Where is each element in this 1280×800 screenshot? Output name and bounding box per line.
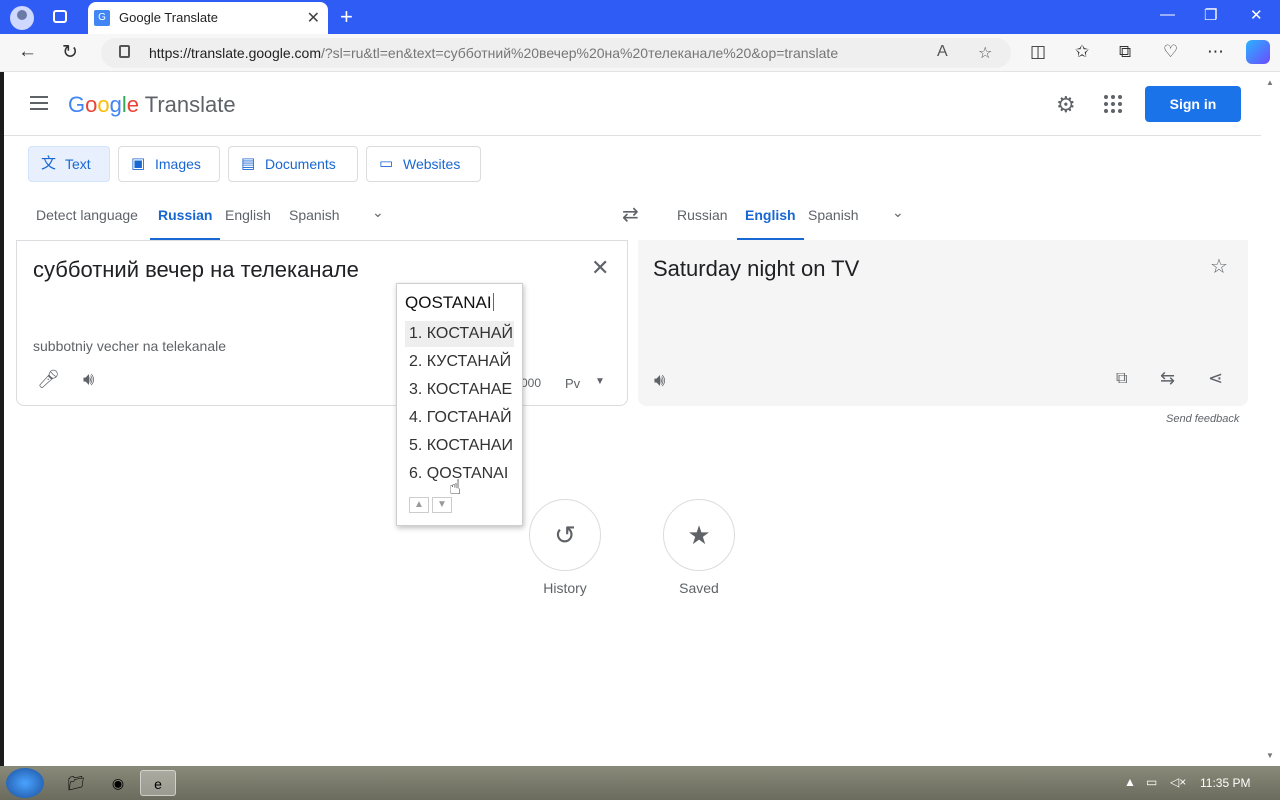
- google-apps-icon[interactable]: [1104, 95, 1122, 113]
- translation-output-area: Saturday night on TV ☆ 🔊︎ ⧉ ⇆ ⋖: [638, 240, 1248, 406]
- refresh-icon[interactable]: ↻: [62, 41, 78, 64]
- ime-page-up-icon[interactable]: ▲: [409, 497, 429, 513]
- saved-label: Saved: [679, 580, 719, 596]
- app-header: Google Translate ⚙ Sign in: [4, 72, 1261, 136]
- mode-images-button[interactable]: ▣ Images: [118, 146, 220, 182]
- mode-websites-button[interactable]: ▭ Websites: [366, 146, 481, 182]
- share-translation-icon[interactable]: ⋖: [1208, 368, 1223, 389]
- network-icon[interactable]: ▭: [1146, 775, 1157, 789]
- read-aloud-icon[interactable]: A: [937, 43, 948, 61]
- microphone-icon[interactable]: 🎤︎: [37, 369, 60, 390]
- address-toolbar: ← ↻ https://translate.google.com/?sl=ru&…: [0, 34, 1280, 72]
- target-language-bar: Russian English Spanish ⌄: [4, 202, 1261, 240]
- ime-candidate-1[interactable]: 1. КОСТАНАЙ: [405, 321, 514, 347]
- saved-star-icon: ★: [687, 520, 711, 550]
- copy-translation-icon[interactable]: ⧉: [1116, 370, 1127, 388]
- lock-icon[interactable]: [119, 45, 130, 58]
- tray-expand-icon[interactable]: ▲: [1124, 775, 1136, 789]
- logo-product: Translate: [144, 92, 236, 117]
- character-count: 000: [521, 376, 542, 390]
- image-icon: ▣: [131, 155, 146, 172]
- hand-cursor-icon: ☝: [449, 477, 462, 499]
- input-tools-dropdown-icon[interactable]: ▼: [595, 376, 605, 387]
- lang-target-russian[interactable]: Russian: [677, 202, 728, 240]
- copilot-icon[interactable]: [1246, 40, 1270, 64]
- website-icon: ▭: [379, 155, 394, 172]
- edge-taskbar-icon[interactable]: e: [140, 770, 176, 796]
- browser-tab[interactable]: G Google Translate ✕: [88, 2, 328, 34]
- collections-icon[interactable]: ⧉: [1119, 42, 1131, 62]
- clear-source-icon[interactable]: ✕: [591, 255, 609, 281]
- settings-gear-icon[interactable]: ⚙: [1056, 92, 1076, 118]
- profile-icon[interactable]: [10, 6, 34, 30]
- heart-icon[interactable]: ♡: [1163, 42, 1178, 62]
- more-menu-icon[interactable]: ⋯: [1207, 42, 1224, 62]
- back-icon[interactable]: ←: [18, 41, 37, 63]
- google-translate-favicon-icon: G: [94, 10, 110, 26]
- page-scrollbar[interactable]: ▲ ▼: [1261, 72, 1280, 766]
- taskbar-clock[interactable]: 11:35 PM: [1200, 776, 1250, 790]
- scroll-up-icon[interactable]: ▲: [1266, 78, 1274, 87]
- favorites-icon[interactable]: ✩: [1075, 42, 1089, 62]
- new-tab-icon[interactable]: +: [340, 4, 353, 30]
- rate-translation-icon[interactable]: ⇆: [1160, 368, 1175, 389]
- scroll-down-icon[interactable]: ▼: [1266, 751, 1274, 760]
- windows-taskbar: 📁︎ ◉ e ▲ ▭ ◁× 11:35 PM: [0, 766, 1280, 800]
- listen-source-icon[interactable]: 🔊︎: [83, 369, 94, 390]
- url-field[interactable]: https://translate.google.com/?sl=ru&tl=e…: [101, 38, 1011, 68]
- more-target-languages-icon[interactable]: ⌄: [892, 204, 904, 221]
- send-feedback-link[interactable]: Send feedback: [1166, 413, 1239, 425]
- favorite-star-icon[interactable]: ☆: [978, 43, 992, 63]
- google-translate-logo[interactable]: Google Translate: [68, 92, 236, 118]
- firefox-icon[interactable]: ◉: [100, 770, 136, 796]
- save-translation-star-icon[interactable]: ☆: [1210, 254, 1228, 279]
- url-text: https://translate.google.com/?sl=ru&tl=e…: [149, 45, 839, 61]
- minimize-icon[interactable]: —: [1160, 6, 1175, 23]
- ime-candidate-4[interactable]: 4. ГОСТАНАЙ: [405, 405, 514, 431]
- history-button[interactable]: ↺: [529, 499, 601, 571]
- mode-documents-button[interactable]: ▤ Documents: [228, 146, 358, 182]
- ime-candidate-5[interactable]: 5. КОСТАНАИ: [405, 433, 514, 459]
- volume-muted-icon[interactable]: ◁×: [1170, 775, 1186, 789]
- translate-icon: 文: [41, 155, 57, 172]
- restore-icon[interactable]: ❐: [1204, 6, 1217, 24]
- mode-text-button[interactable]: 文 Text: [28, 146, 110, 182]
- ime-candidate-3[interactable]: 3. КОСТАНАЕ: [405, 377, 514, 403]
- split-screen-icon[interactable]: ◫: [1030, 42, 1046, 62]
- ime-candidate-2[interactable]: 2. КУСТАНАЙ: [405, 349, 514, 375]
- tab-title: Google Translate: [119, 10, 219, 25]
- browser-titlebar: G Google Translate ✕ + — ❐ ✕: [0, 0, 1280, 34]
- source-text-area[interactable]: субботний вечер на телеканале ✕ subbotni…: [16, 240, 628, 406]
- source-transliteration: subbotniy vecher na telekanale: [33, 338, 227, 354]
- tab-actions-icon[interactable]: [53, 10, 67, 23]
- main-menu-icon[interactable]: [30, 96, 48, 110]
- document-icon: ▤: [241, 155, 256, 172]
- ime-composition: QOSTANAI: [405, 293, 494, 312]
- history-icon: ↺: [554, 520, 576, 550]
- start-button[interactable]: [6, 768, 44, 798]
- tab-close-icon[interactable]: ✕: [307, 8, 320, 28]
- history-label: History: [543, 580, 587, 596]
- lang-target-english[interactable]: English: [737, 202, 804, 240]
- sign-in-button[interactable]: Sign in: [1145, 86, 1241, 122]
- source-text[interactable]: субботний вечер на телеканале: [33, 257, 359, 283]
- translate-page: Google Translate ⚙ Sign in 文 Text ▣ Imag…: [4, 72, 1261, 766]
- lang-target-spanish[interactable]: Spanish: [808, 202, 859, 240]
- close-window-icon[interactable]: ✕: [1250, 6, 1263, 24]
- input-tools-keyboard[interactable]: Рv: [565, 376, 580, 391]
- listen-translation-icon[interactable]: 🔊︎: [654, 370, 665, 391]
- translation-text: Saturday night on TV: [653, 256, 860, 281]
- saved-button[interactable]: ★: [663, 499, 735, 571]
- file-explorer-icon[interactable]: 📁︎: [58, 770, 94, 796]
